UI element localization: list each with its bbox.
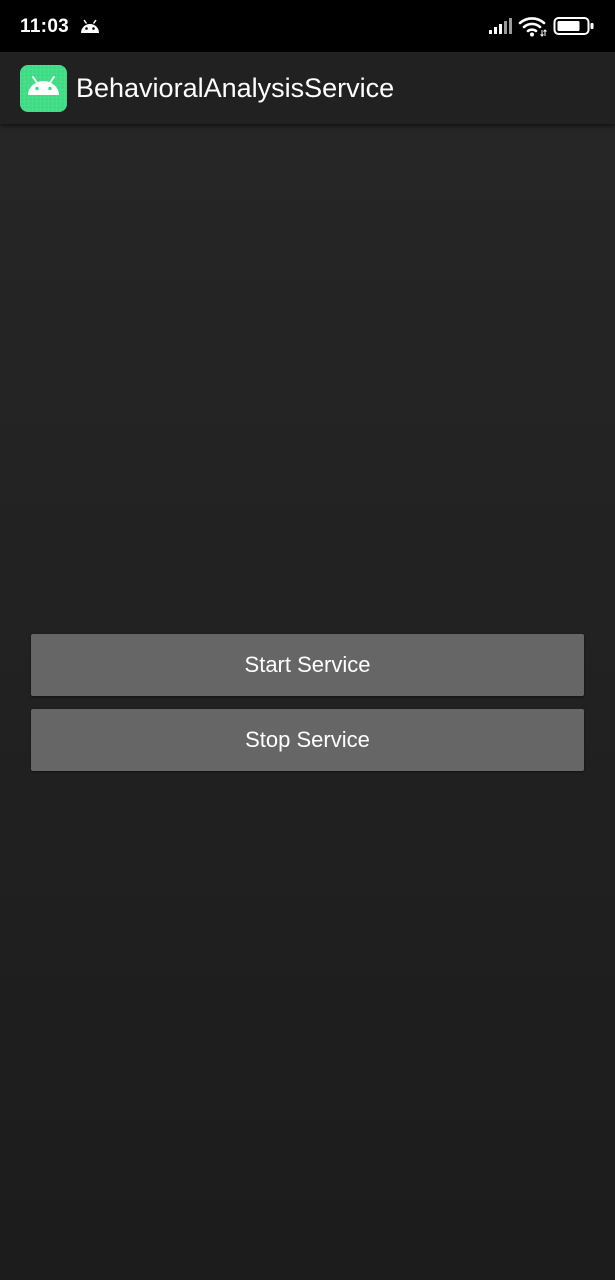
wifi-icon (518, 17, 547, 37)
app-bar: BehavioralAnalysisService (0, 52, 615, 124)
battery-icon (553, 17, 594, 35)
signal-icon (489, 18, 512, 34)
status-bar: 11:03 (0, 0, 615, 52)
stop-service-button[interactable]: Stop Service (31, 709, 584, 771)
main-content: Start Service Stop Service (0, 124, 615, 1280)
android-app-icon (20, 65, 67, 112)
app-title: BehavioralAnalysisService (76, 73, 395, 103)
android-notification-icon (81, 19, 99, 33)
status-time: 11:03 (20, 16, 70, 37)
start-service-button[interactable]: Start Service (31, 634, 584, 696)
